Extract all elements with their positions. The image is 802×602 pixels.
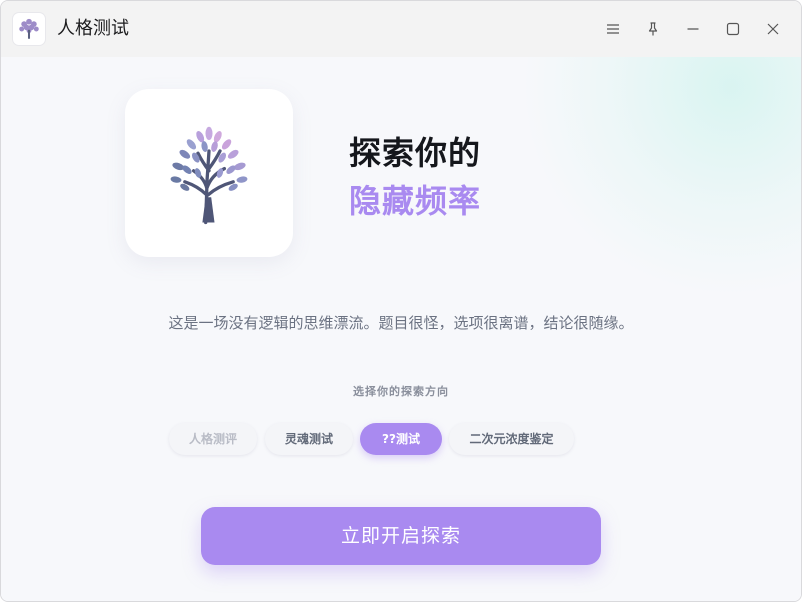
mode-selector-label: 选择你的探索方向 [353, 385, 449, 398]
background-glow [521, 57, 801, 297]
close-button[interactable] [759, 15, 787, 43]
title-bar[interactable]: 人格测试 [1, 1, 801, 57]
pin-button[interactable] [639, 15, 667, 43]
logo-card [125, 89, 293, 257]
tree-logo-icon [170, 126, 248, 225]
mode-chip-mystery[interactable]: ??测试 [360, 423, 442, 455]
hero-title: 探索你的 [349, 134, 482, 172]
intro-description: 这是一场没有逻辑的思维漂流。题目很怪，选项很离谱，结论很随缘。 [168, 314, 634, 332]
mode-chip-anime[interactable]: 二次元浓度鉴定 [449, 423, 574, 455]
menu-button[interactable] [599, 15, 627, 43]
mode-chip-soul[interactable]: 灵魂测试 [265, 423, 353, 455]
maximize-icon [726, 22, 740, 36]
pin-icon [648, 22, 658, 36]
window-title: 人格测试 [57, 18, 129, 39]
main-content: 探索你的 隐藏频率 这是一场没有逻辑的思维漂流。题目很怪，选项很离谱，结论很随缘… [1, 57, 801, 601]
menu-icon [607, 24, 619, 34]
maximize-button[interactable] [719, 15, 747, 43]
app-window: 人格测试 探索你的 隐藏频率 这是一场没有逻辑的思维漂流。题目很怪，选项很离谱，… [0, 0, 802, 602]
mode-chip-personality[interactable]: 人格测评 [169, 423, 257, 455]
minimize-icon [687, 28, 699, 30]
close-icon [767, 23, 779, 35]
minimize-button[interactable] [679, 15, 707, 43]
hero-subtitle: 隐藏频率 [349, 182, 482, 220]
start-exploration-button[interactable]: 立即开启探索 [201, 507, 601, 565]
tree-logo-icon [19, 18, 39, 39]
app-icon [13, 13, 45, 45]
